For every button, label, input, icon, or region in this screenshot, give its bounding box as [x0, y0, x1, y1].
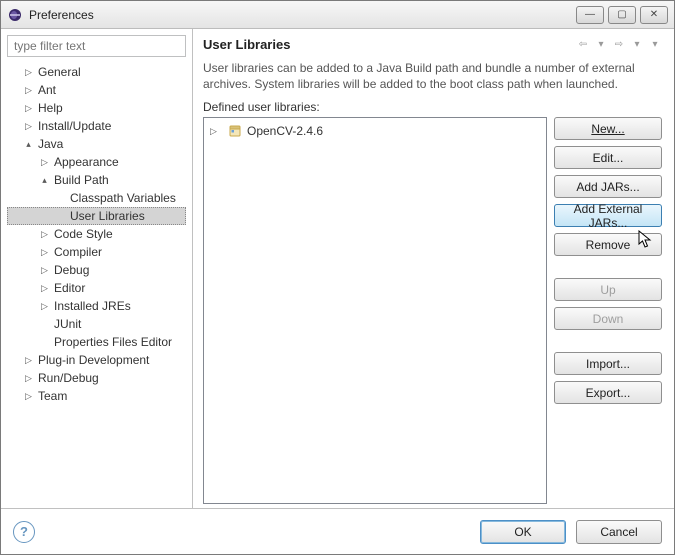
- maximize-button[interactable]: ▢: [608, 6, 636, 24]
- nav-back-button[interactable]: ⇦: [576, 38, 590, 52]
- page-title: User Libraries: [203, 37, 576, 52]
- minimize-button[interactable]: —: [576, 6, 604, 24]
- page-description: User libraries can be added to a Java Bu…: [203, 60, 662, 92]
- library-icon: [227, 123, 243, 139]
- view-menu-button[interactable]: ▾: [648, 38, 662, 52]
- footer: ? OK Cancel: [1, 508, 674, 554]
- up-button[interactable]: Up: [554, 278, 662, 301]
- chevron-right-icon: ▷: [23, 67, 34, 78]
- library-name: OpenCV-2.4.6: [247, 124, 323, 138]
- chevron-right-icon: ▷: [39, 247, 50, 258]
- eclipse-icon: [7, 7, 23, 23]
- tree-ant[interactable]: ▷Ant: [7, 81, 186, 99]
- tree-plugin-development[interactable]: ▷Plug-in Development: [7, 351, 186, 369]
- remove-button[interactable]: Remove: [554, 233, 662, 256]
- import-button[interactable]: Import...: [554, 352, 662, 375]
- titlebar: Preferences — ▢ ✕: [1, 1, 674, 29]
- help-button[interactable]: ?: [13, 521, 35, 543]
- chevron-right-icon: ▷: [23, 391, 34, 402]
- chevron-right-icon: ▷: [39, 283, 50, 294]
- chevron-right-icon: ▷: [23, 373, 34, 384]
- chevron-right-icon: ▷: [39, 301, 50, 312]
- ok-button[interactable]: OK: [480, 520, 566, 544]
- button-column: New... Edit... Add JARs... Add External …: [554, 117, 662, 504]
- right-panel: User Libraries ⇦ ▾ ⇨ ▾ ▾ User libraries …: [193, 29, 674, 508]
- tree-java-classpath-variables[interactable]: Classpath Variables: [7, 189, 186, 207]
- chevron-right-icon: ▷: [39, 265, 50, 276]
- tree-java-junit[interactable]: JUnit: [7, 315, 186, 333]
- page-header: User Libraries ⇦ ▾ ⇨ ▾ ▾: [203, 37, 662, 52]
- tree-java-appearance[interactable]: ▷Appearance: [7, 153, 186, 171]
- chevron-right-icon: ▷: [39, 229, 50, 240]
- tree-java-code-style[interactable]: ▷Code Style: [7, 225, 186, 243]
- tree-run-debug[interactable]: ▷Run/Debug: [7, 369, 186, 387]
- add-external-jars-button[interactable]: Add External JARs...: [554, 204, 662, 227]
- tree-java-user-libraries[interactable]: User Libraries: [7, 207, 186, 225]
- nav-buttons: ⇦ ▾ ⇨ ▾ ▾: [576, 38, 662, 52]
- cancel-button[interactable]: Cancel: [576, 520, 662, 544]
- page-body: ▷ OpenCV-2.4.6 New... Edit... Add JARs..…: [203, 117, 662, 504]
- tree-java-buildpath[interactable]: ▴Build Path: [7, 171, 186, 189]
- nav-forward-menu[interactable]: ▾: [630, 38, 644, 52]
- export-button[interactable]: Export...: [554, 381, 662, 404]
- nav-back-menu[interactable]: ▾: [594, 38, 608, 52]
- filter-input[interactable]: [7, 35, 186, 57]
- left-panel: ▷General ▷Ant ▷Help ▷Install/Update ▴Jav…: [1, 29, 193, 508]
- tree-install-update[interactable]: ▷Install/Update: [7, 117, 186, 135]
- tree-general[interactable]: ▷General: [7, 63, 186, 81]
- add-jars-button[interactable]: Add JARs...: [554, 175, 662, 198]
- chevron-right-icon: ▷: [39, 157, 50, 168]
- chevron-down-icon: ▴: [23, 139, 34, 150]
- chevron-down-icon: ▴: [39, 175, 50, 186]
- close-button[interactable]: ✕: [640, 6, 668, 24]
- tree-java[interactable]: ▴Java: [7, 135, 186, 153]
- chevron-right-icon: ▷: [23, 355, 34, 366]
- chevron-right-icon: ▷: [23, 121, 34, 132]
- tree-java-properties-editor[interactable]: Properties Files Editor: [7, 333, 186, 351]
- tree-java-installed-jres[interactable]: ▷Installed JREs: [7, 297, 186, 315]
- nav-forward-button[interactable]: ⇨: [612, 38, 626, 52]
- tree-team[interactable]: ▷Team: [7, 387, 186, 405]
- chevron-right-icon: ▷: [208, 126, 219, 137]
- defined-libraries-label: Defined user libraries:: [203, 100, 662, 114]
- window-title: Preferences: [29, 8, 572, 22]
- chevron-right-icon: ▷: [23, 103, 34, 114]
- preference-tree: ▷General ▷Ant ▷Help ▷Install/Update ▴Jav…: [7, 63, 186, 405]
- defined-libraries-list[interactable]: ▷ OpenCV-2.4.6: [203, 117, 547, 504]
- tree-help[interactable]: ▷Help: [7, 99, 186, 117]
- content: ▷General ▷Ant ▷Help ▷Install/Update ▴Jav…: [1, 29, 674, 508]
- tree-java-debug[interactable]: ▷Debug: [7, 261, 186, 279]
- chevron-right-icon: ▷: [23, 85, 34, 96]
- list-item[interactable]: ▷ OpenCV-2.4.6: [208, 122, 542, 140]
- down-button[interactable]: Down: [554, 307, 662, 330]
- edit-button[interactable]: Edit...: [554, 146, 662, 169]
- tree-java-editor[interactable]: ▷Editor: [7, 279, 186, 297]
- tree-java-compiler[interactable]: ▷Compiler: [7, 243, 186, 261]
- new-button[interactable]: New...: [554, 117, 662, 140]
